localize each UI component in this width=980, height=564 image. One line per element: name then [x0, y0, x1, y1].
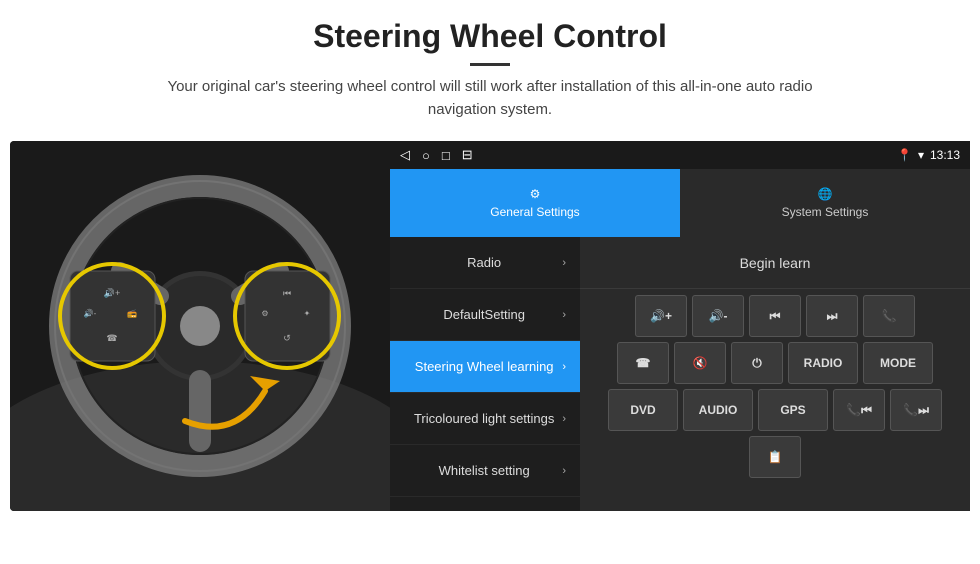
default-chevron-icon: ›	[562, 309, 566, 321]
location-icon: 📍	[897, 148, 912, 162]
android-ui: ◁ ○ □ ⊟ 📍 ▾ 13:13 ⚙ General Settings 🌐 S…	[390, 141, 970, 511]
button-row-4: 📋	[586, 436, 964, 478]
menu-item-whitelist-label: Whitelist setting	[406, 463, 562, 478]
svg-text:↺: ↺	[283, 333, 291, 343]
phone-button[interactable]: 📞	[863, 295, 915, 337]
power-button[interactable]: ⏻	[731, 342, 783, 384]
menu-item-steering-wheel[interactable]: Steering Wheel learning ›	[390, 341, 580, 393]
back-icon: ◁	[400, 147, 410, 163]
mute-button[interactable]: 🔇	[674, 342, 726, 384]
steering-wheel-image: 🔊+ 🔊- 📻 ☎ ⏮ ⚙ ✦ ↺	[10, 141, 390, 511]
menu-item-steering-label: Steering Wheel learning	[406, 359, 562, 374]
tab-system-settings[interactable]: 🌐 System Settings	[680, 169, 970, 237]
wifi-icon: ▾	[918, 148, 924, 162]
page-subtitle: Your original car's steering wheel contr…	[140, 76, 840, 121]
phone-prev-button[interactable]: 📞⏮	[833, 389, 885, 431]
svg-text:☎: ☎	[106, 333, 117, 343]
page-title: Steering Wheel Control	[40, 18, 940, 55]
tab-general-settings[interactable]: ⚙ General Settings	[390, 169, 680, 237]
svg-text:✦: ✦	[304, 309, 311, 318]
status-bar-left: ◁ ○ □ ⊟	[400, 147, 473, 163]
general-settings-icon: ⚙	[530, 187, 541, 201]
answer-button[interactable]: ☎	[617, 342, 669, 384]
button-row-3: DVD AUDIO GPS 📞⏮ 📞⏭	[586, 389, 964, 431]
system-settings-icon: 🌐	[818, 187, 833, 201]
begin-learn-button[interactable]: Begin learn	[720, 249, 831, 277]
prev-track-button[interactable]: ⏮	[749, 295, 801, 337]
system-settings-label: System Settings	[782, 205, 869, 219]
menu-item-default-label: DefaultSetting	[406, 307, 562, 322]
next-track-button[interactable]: ⏭	[806, 295, 858, 337]
list-button[interactable]: 📋	[749, 436, 801, 478]
phone-next-button[interactable]: 📞⏭	[890, 389, 942, 431]
menu-item-tricoloured[interactable]: Tricoloured light settings ›	[390, 393, 580, 445]
menu-item-radio[interactable]: Radio ›	[390, 237, 580, 289]
steering-chevron-icon: ›	[562, 361, 566, 373]
right-panel: Begin learn 🔊+ 🔊- ⏮ ⏭ 📞 ☎ 🔇	[580, 237, 970, 511]
dvd-button[interactable]: DVD	[608, 389, 678, 431]
vol-up-button[interactable]: 🔊+	[635, 295, 687, 337]
page-header: Steering Wheel Control Your original car…	[0, 0, 980, 131]
settings-tabs: ⚙ General Settings 🌐 System Settings	[390, 169, 970, 237]
control-buttons-grid: 🔊+ 🔊- ⏮ ⏭ 📞 ☎ 🔇 ⏻ RADIO MODE	[580, 289, 970, 484]
status-bar: ◁ ○ □ ⊟ 📍 ▾ 13:13	[390, 141, 970, 169]
audio-button[interactable]: AUDIO	[683, 389, 753, 431]
general-settings-label: General Settings	[490, 205, 579, 219]
radio-chevron-icon: ›	[562, 257, 566, 269]
svg-text:📻: 📻	[127, 309, 137, 318]
button-row-1: 🔊+ 🔊- ⏮ ⏭ 📞	[586, 295, 964, 337]
svg-text:🔊-: 🔊-	[84, 308, 97, 318]
time-display: 13:13	[930, 148, 960, 162]
svg-text:⏮: ⏮	[283, 288, 291, 298]
settings-main: Radio › DefaultSetting › Steering Wheel …	[390, 237, 970, 511]
vol-down-button[interactable]: 🔊-	[692, 295, 744, 337]
menu-item-radio-label: Radio	[406, 255, 562, 270]
title-divider	[470, 63, 510, 66]
button-row-2: ☎ 🔇 ⏻ RADIO MODE	[586, 342, 964, 384]
main-content: 🔊+ 🔊- 📻 ☎ ⏮ ⚙ ✦ ↺ ◁ ○ □	[10, 141, 970, 511]
svg-text:⚙: ⚙	[261, 309, 268, 318]
svg-text:🔊+: 🔊+	[104, 287, 120, 299]
home-icon: ○	[422, 148, 430, 163]
left-menu: Radio › DefaultSetting › Steering Wheel …	[390, 237, 580, 511]
gps-button[interactable]: GPS	[758, 389, 828, 431]
recents-icon: □	[442, 148, 450, 163]
menu-icon: ⊟	[462, 147, 473, 163]
tricoloured-chevron-icon: ›	[562, 413, 566, 425]
radio-button[interactable]: RADIO	[788, 342, 858, 384]
menu-item-default-setting[interactable]: DefaultSetting ›	[390, 289, 580, 341]
begin-learn-row: Begin learn	[580, 237, 970, 289]
mode-button[interactable]: MODE	[863, 342, 933, 384]
menu-item-tricoloured-label: Tricoloured light settings	[406, 411, 562, 426]
status-bar-right: 📍 ▾ 13:13	[897, 148, 960, 162]
whitelist-chevron-icon: ›	[562, 465, 566, 477]
menu-item-whitelist[interactable]: Whitelist setting ›	[390, 445, 580, 497]
